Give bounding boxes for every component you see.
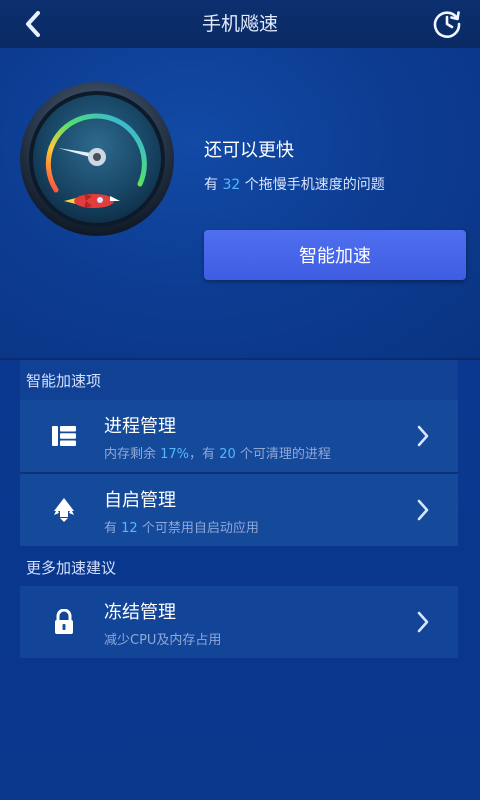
desc-text: 个可清理的进程 — [235, 447, 331, 462]
section-title-smart-boost: 智能加速项 — [26, 372, 102, 390]
speedometer-icon — [18, 80, 176, 238]
chevron-right-icon — [417, 611, 429, 633]
desc-text: 有 — [104, 521, 122, 536]
list-item-freeze-management[interactable]: 冻结管理 减少CPU及内存占用 — [20, 586, 458, 658]
rocket-icon — [50, 496, 78, 524]
history-button[interactable] — [430, 8, 464, 40]
lock-icon — [50, 608, 78, 636]
memory-free-percent: 17% — [160, 447, 190, 462]
problem-count: 32 — [222, 177, 241, 193]
item-description: 减少CPU及内存占用 — [104, 633, 222, 648]
problem-suffix: 个拖慢手机速度的问题 — [240, 177, 385, 193]
list-item-autostart-management[interactable]: 自启管理 有 12 个可禁用自启动应用 — [20, 474, 458, 546]
smart-boost-button[interactable]: 智能加速 — [204, 230, 466, 280]
problem-prefix: 有 — [204, 177, 223, 193]
process-count: 20 — [219, 447, 236, 462]
autostart-count: 12 — [121, 521, 138, 536]
chevron-right-icon — [417, 499, 429, 521]
chevron-right-icon — [417, 425, 429, 447]
desc-text: 内存剩余 — [104, 447, 161, 462]
item-description: 有 12 个可禁用自启动应用 — [104, 517, 259, 536]
section-title-more-suggestions: 更多加速建议 — [26, 559, 117, 577]
page-title: 手机飚速 — [201, 13, 278, 35]
desc-text: ，有 — [189, 447, 220, 462]
item-description: 内存剩余 17%，有 20 个可清理的进程 — [104, 443, 331, 462]
item-title: 自启管理 — [104, 490, 176, 511]
problem-summary: 有 32 个拖慢手机速度的问题 — [204, 174, 385, 194]
item-title: 进程管理 — [104, 416, 176, 437]
desc-text: 个可禁用自启动应用 — [137, 521, 259, 536]
headline: 还可以更快 — [204, 140, 294, 161]
top-bar: 手机飚速 — [0, 0, 480, 48]
list-item-process-management[interactable]: 进程管理 内存剩余 17%，有 20 个可清理的进程 — [20, 400, 458, 472]
list-icon — [50, 422, 78, 450]
item-title: 冻结管理 — [104, 602, 176, 623]
clock-refresh-icon — [433, 11, 461, 38]
